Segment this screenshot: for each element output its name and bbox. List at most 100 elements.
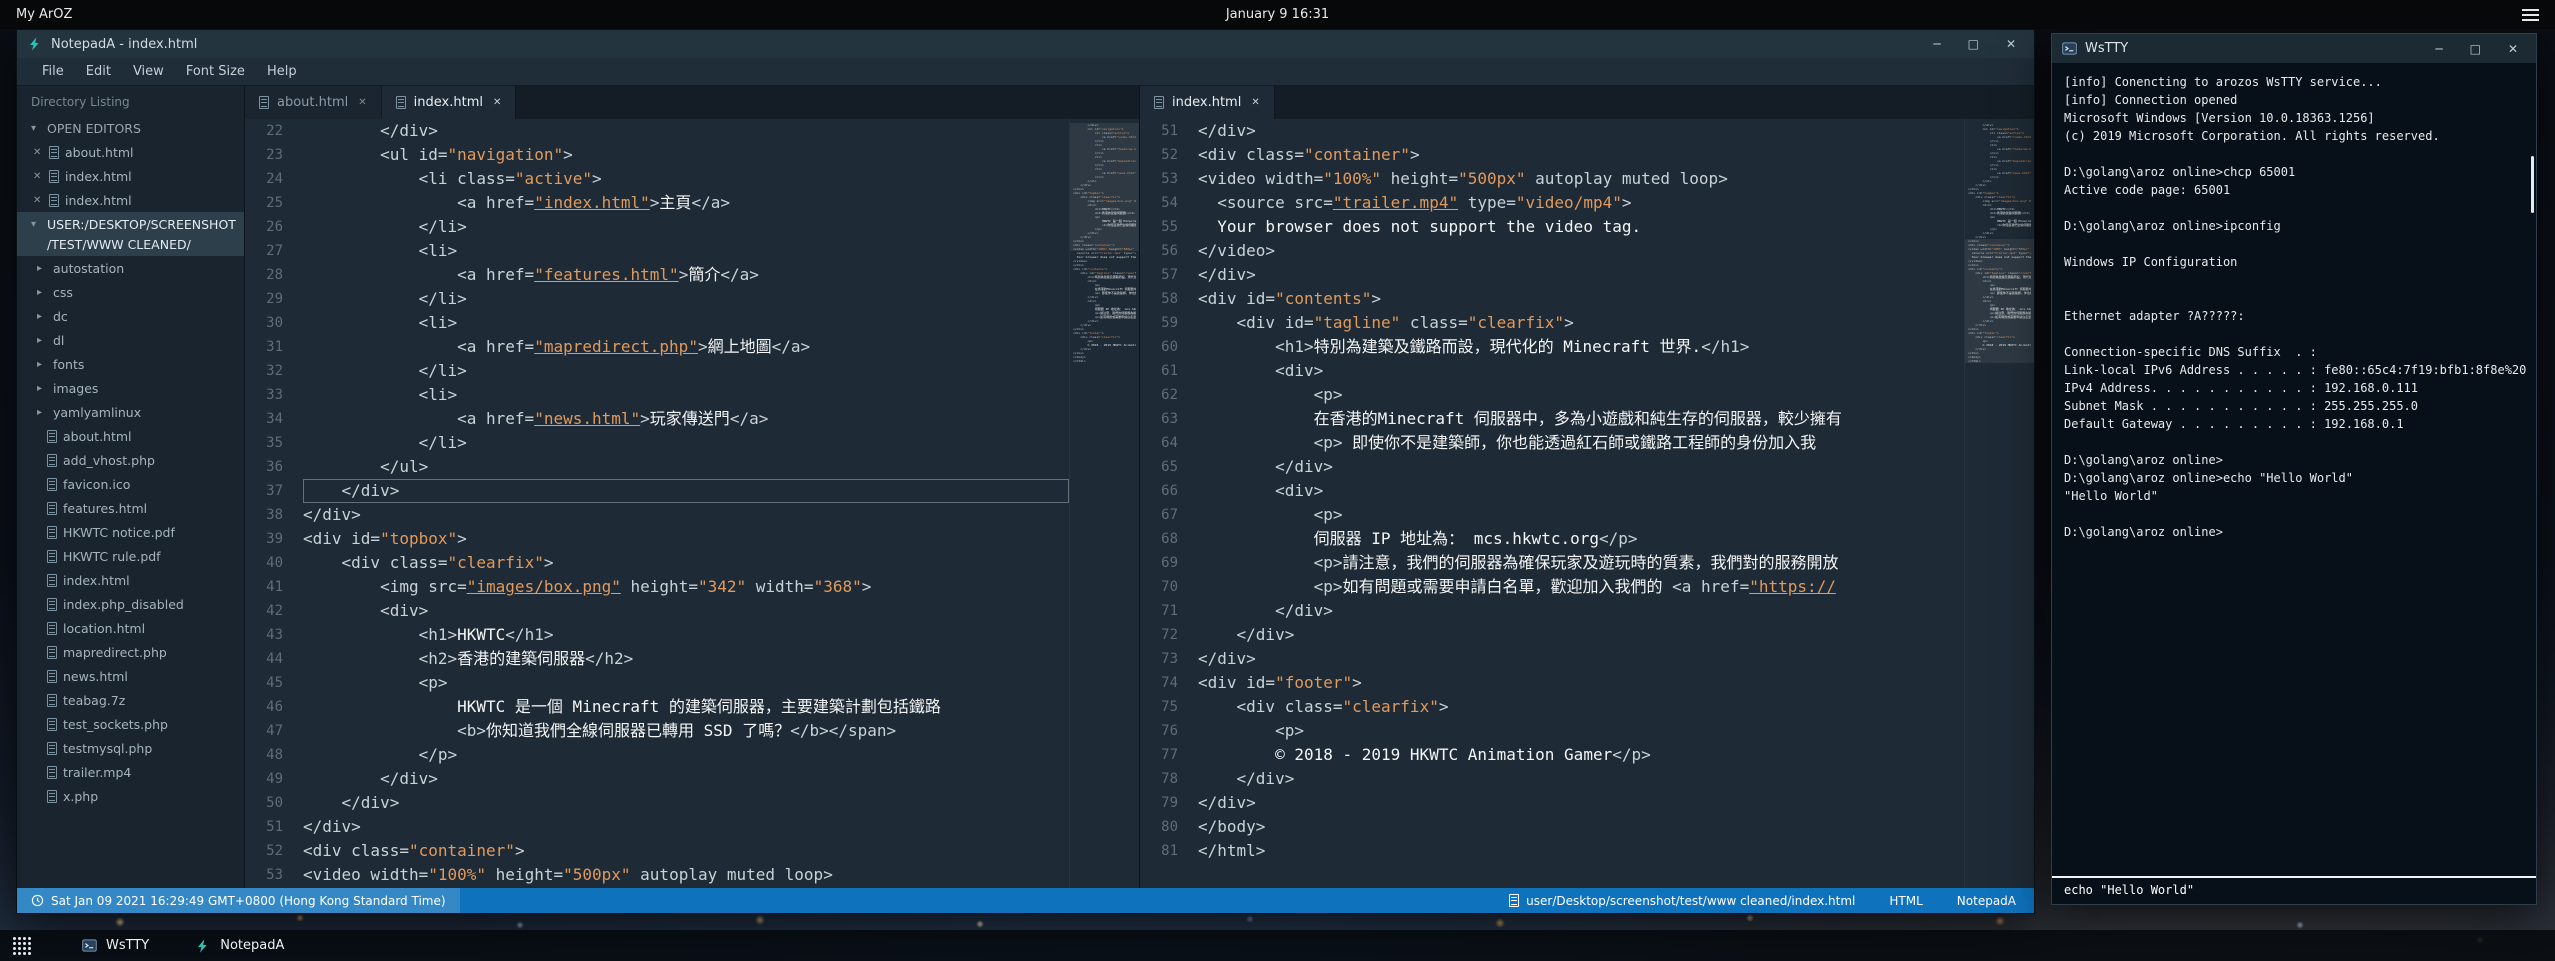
- open-editor-about.html[interactable]: ✕ about.html: [17, 140, 244, 164]
- chevron-down-icon: ▾: [31, 219, 41, 230]
- sidebar-folder-fonts[interactable]: ▸fonts: [17, 352, 244, 376]
- line-number: 22: [245, 119, 303, 143]
- close-icon[interactable]: ✕: [33, 171, 43, 182]
- line-number: 74: [1140, 671, 1198, 695]
- sidebar-folder-autostation[interactable]: ▸autostation: [17, 256, 244, 280]
- minimap[interactable]: </div> <ul id="navigation"> <li class="a…: [1069, 119, 1139, 888]
- close-icon[interactable]: ✕: [1251, 97, 1259, 108]
- file-icon: [49, 170, 59, 183]
- code-line: 75 <div class="clearfix">: [1140, 695, 1964, 719]
- open-editors-header[interactable]: ▾ OPEN EDITORS: [17, 116, 244, 140]
- sidebar-file-about.html[interactable]: about.html: [17, 424, 244, 448]
- sidebar-file-mapredirect.php[interactable]: mapredirect.php: [17, 640, 244, 664]
- line-number: 44: [245, 647, 303, 671]
- app-launcher-icon[interactable]: [8, 936, 36, 956]
- code-line: 72 </div>: [1140, 623, 1964, 647]
- maximize-button[interactable]: □: [2470, 43, 2481, 55]
- line-number: 57: [1140, 263, 1198, 287]
- sidebar-file-features.html[interactable]: features.html: [17, 496, 244, 520]
- code-line: 71 </div>: [1140, 599, 1964, 623]
- taskbar-item-wstty[interactable]: WsTTY: [82, 930, 149, 961]
- open-editors-list: ✕ about.html ✕index.html✕index.html: [17, 140, 244, 212]
- wstty-titlebar[interactable]: WsTTY ─ □ ✕: [2052, 34, 2536, 63]
- code-line: 26 </li>: [245, 215, 1069, 239]
- open-editor-index.html[interactable]: ✕index.html: [17, 188, 244, 212]
- terminal-line: [2064, 199, 2524, 217]
- file-name: trailer.mp4: [63, 765, 131, 780]
- sidebar-folder-yamlyamlinux[interactable]: ▸yamlyamlinux: [17, 400, 244, 424]
- menu-item-font-size[interactable]: Font Size: [175, 64, 256, 79]
- sidebar-folder-dc[interactable]: ▸dc: [17, 304, 244, 328]
- root-path-line2: /TEST/WWW CLEANED/: [47, 237, 191, 252]
- terminal-line: [2064, 325, 2524, 343]
- status-app-name: NotepadA: [1957, 894, 2016, 908]
- sidebar-folder-dl[interactable]: ▸dl: [17, 328, 244, 352]
- menu-item-file[interactable]: File: [31, 64, 75, 79]
- root-folder-item[interactable]: ▾ USER:/DESKTOP/SCREENSHOT /TEST/WWW CLE…: [17, 212, 244, 256]
- tab-index.html[interactable]: index.html✕: [382, 86, 517, 119]
- sidebar-folder-css[interactable]: ▸css: [17, 280, 244, 304]
- sidebar-file-news.html[interactable]: news.html: [17, 664, 244, 688]
- minimap-viewport[interactable]: [1965, 239, 2034, 363]
- code-line: 53<video width="100%" height="500px" aut…: [245, 863, 1069, 887]
- folder-name: autostation: [53, 261, 124, 276]
- minimap[interactable]: </div> <ul id="navigation"> <li class="a…: [1964, 119, 2034, 888]
- code-editor[interactable]: 22 </div>23 <ul id="navigation">24 <li c…: [245, 119, 1139, 888]
- chevron-down-icon: ▾: [31, 123, 41, 134]
- line-number: 76: [1140, 719, 1198, 743]
- minimap-viewport[interactable]: [1070, 123, 1139, 251]
- line-number: 59: [1140, 311, 1198, 335]
- root-folder-line1: ▾ USER:/DESKTOP/SCREENSHOT: [17, 214, 244, 234]
- hamburger-menu-icon[interactable]: [2522, 9, 2539, 21]
- sidebar-file-index.html[interactable]: index.html: [17, 568, 244, 592]
- sidebar-file-teabag.7z[interactable]: teabag.7z: [17, 688, 244, 712]
- bolt-icon: [195, 938, 211, 954]
- menu-item-edit[interactable]: Edit: [75, 64, 122, 79]
- sidebar-file-hkwtc-notice.pdf[interactable]: HKWTC notice.pdf: [17, 520, 244, 544]
- sidebar-file-test-sockets.php[interactable]: test_sockets.php: [17, 712, 244, 736]
- close-icon[interactable]: ✕: [358, 97, 366, 108]
- close-icon[interactable]: ✕: [33, 147, 43, 158]
- file-icon: [1154, 96, 1164, 109]
- sidebar-file-index.php-disabled[interactable]: index.php_disabled: [17, 592, 244, 616]
- file-name: testmysql.php: [63, 741, 152, 756]
- sidebar-file-testmysql.php[interactable]: testmysql.php: [17, 736, 244, 760]
- code-line: 50 </div>: [245, 791, 1069, 815]
- maximize-button[interactable]: □: [1968, 38, 1979, 50]
- sidebar-file-favicon.ico[interactable]: favicon.ico: [17, 472, 244, 496]
- terminal-icon: [2062, 41, 2077, 56]
- tab-index.html[interactable]: index.html✕: [1140, 86, 1275, 119]
- line-number: 61: [1140, 359, 1198, 383]
- sidebar-folder-images[interactable]: ▸images: [17, 376, 244, 400]
- sidebar-file-x.php[interactable]: x.php: [17, 784, 244, 808]
- terminal-line: [2064, 271, 2524, 289]
- sidebar-file-location.html[interactable]: location.html: [17, 616, 244, 640]
- close-icon[interactable]: ✕: [493, 97, 501, 108]
- close-icon[interactable]: ✕: [33, 195, 43, 206]
- status-language-mode[interactable]: HTML: [1889, 894, 1922, 908]
- scrollbar-thumb[interactable]: [2531, 156, 2534, 213]
- close-button[interactable]: ✕: [2508, 43, 2518, 55]
- taskbar-item-notepada[interactable]: NotepadA: [195, 930, 284, 961]
- code-editor[interactable]: 51</div>52<div class="container">53<vide…: [1140, 119, 2034, 888]
- minimize-button[interactable]: ─: [2435, 43, 2442, 55]
- code-lines: 22 </div>23 <ul id="navigation">24 <li c…: [245, 119, 1069, 888]
- minimize-button[interactable]: ─: [1933, 38, 1940, 50]
- close-button[interactable]: ✕: [2006, 38, 2016, 50]
- line-number: 70: [1140, 575, 1198, 599]
- notepada-titlebar[interactable]: NotepadA - index.html ─ □ ✕: [17, 30, 2034, 58]
- open-editor-index.html[interactable]: ✕index.html: [17, 164, 244, 188]
- terminal-output[interactable]: [info] Conencting to arozos WsTTY servic…: [2052, 63, 2536, 876]
- sidebar-file-add-vhost.php[interactable]: add_vhost.php: [17, 448, 244, 472]
- terminal-input[interactable]: echo "Hello World": [2052, 876, 2536, 904]
- file-name: index.html: [63, 573, 130, 588]
- host-menu[interactable]: My ArOZ: [16, 7, 72, 22]
- menu-item-view[interactable]: View: [122, 64, 175, 79]
- sidebar-file-trailer.mp4[interactable]: trailer.mp4: [17, 760, 244, 784]
- code-line: 35 </li>: [245, 431, 1069, 455]
- terminal-line: Microsoft Windows [Version 10.0.18363.12…: [2064, 109, 2524, 127]
- file-name: about.html: [65, 145, 134, 160]
- menu-item-help[interactable]: Help: [256, 64, 308, 79]
- tab-about.html[interactable]: about.html✕: [245, 86, 382, 119]
- sidebar-file-hkwtc-rule.pdf[interactable]: HKWTC rule.pdf: [17, 544, 244, 568]
